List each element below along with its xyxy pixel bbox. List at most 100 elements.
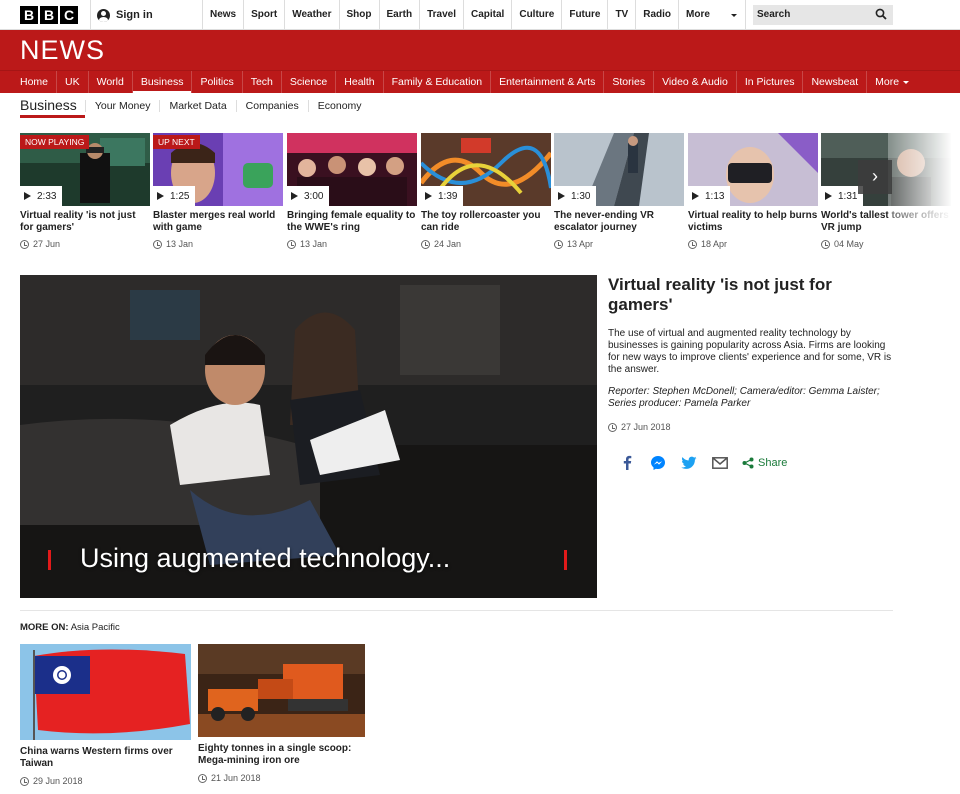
nav-more[interactable]: More (867, 71, 917, 94)
top-nav-radio[interactable]: Radio (635, 0, 678, 30)
top-nav-sport[interactable]: Sport (243, 0, 284, 30)
story-title[interactable]: China warns Western firms over Taiwan (20, 746, 191, 770)
clock-icon (421, 239, 430, 249)
date-text: 13 Apr (567, 239, 594, 249)
top-nav-culture[interactable]: Culture (511, 0, 561, 30)
video-title[interactable]: Blaster merges real world with game (153, 210, 283, 234)
video-card[interactable]: 1:13 Virtual reality to help burns victi… (688, 133, 818, 249)
section-divider (20, 610, 893, 611)
mining-truck-image (198, 644, 365, 737)
nav-business[interactable]: Business (132, 71, 193, 94)
nav-entertainment-arts[interactable]: Entertainment & Arts (491, 71, 605, 94)
play-icon (692, 192, 699, 200)
story-date: 29 Jun 2018 (20, 776, 191, 786)
video-date: 27 Jun (20, 239, 150, 249)
duration-label: 3:00 (287, 186, 330, 206)
more-on-prefix: MORE ON: (20, 622, 69, 633)
nav-world[interactable]: World (89, 71, 133, 94)
top-nav-tv[interactable]: TV (607, 0, 635, 30)
facebook-icon[interactable] (618, 454, 635, 471)
nav-science[interactable]: Science (282, 71, 337, 94)
section-nav: Home UK World Business Politics Tech Sci… (0, 70, 960, 94)
nav-politics[interactable]: Politics (192, 71, 243, 94)
business-subnav: Business Your Money Market Data Companie… (20, 94, 371, 118)
story-title[interactable]: Eighty tonnes in a single scoop: Mega-mi… (198, 743, 365, 767)
messenger-icon[interactable] (649, 454, 666, 471)
nav-family-education[interactable]: Family & Education (384, 71, 492, 94)
nav-stories[interactable]: Stories (604, 71, 655, 94)
duration-text: 1:31 (838, 190, 858, 202)
nav-uk[interactable]: UK (57, 71, 89, 94)
duration-label: 2:33 (20, 186, 63, 206)
video-thumbnail[interactable]: 1:39 (421, 133, 551, 206)
share-label: Share (758, 456, 788, 469)
more-on-topic[interactable]: Asia Pacific (71, 622, 120, 633)
subnav-companies[interactable]: Companies (235, 100, 308, 112)
search-input[interactable]: Search (753, 5, 893, 25)
video-thumbnail[interactable]: 1:30 (554, 133, 684, 206)
search-icon[interactable] (875, 8, 887, 20)
story-thumbnail[interactable] (20, 644, 191, 740)
news-header: NEWS (0, 30, 960, 70)
video-thumbnail[interactable]: 3:00 (287, 133, 417, 206)
subnav-section-title[interactable]: Business (20, 94, 85, 118)
duration-label: 1:30 (554, 186, 597, 206)
nav-video-audio[interactable]: Video & Audio (654, 71, 737, 94)
top-nav-more[interactable]: More (678, 0, 747, 30)
video-date: 13 Jan (153, 239, 283, 249)
subnav-economy[interactable]: Economy (307, 100, 371, 112)
top-nav-future[interactable]: Future (561, 0, 607, 30)
sign-in-link[interactable]: Sign in (90, 0, 213, 30)
top-nav-weather[interactable]: Weather (284, 0, 338, 30)
top-nav-travel[interactable]: Travel (419, 0, 463, 30)
duration-label: 1:39 (421, 186, 464, 206)
video-title[interactable]: Virtual reality 'is not just for gamers' (20, 210, 150, 234)
date-text: 27 Jun (33, 239, 61, 249)
duration-text: 3:00 (304, 190, 324, 202)
nav-tech[interactable]: Tech (243, 71, 282, 94)
play-icon (825, 192, 832, 200)
share-button[interactable]: Share (742, 457, 787, 469)
top-nav-earth[interactable]: Earth (378, 0, 420, 30)
video-title[interactable]: The toy rollercoaster you can ride (421, 210, 551, 234)
date-text: 18 Apr (701, 239, 728, 249)
bbc-logo-letter: B (40, 6, 58, 24)
video-card[interactable]: 1:39 The toy rollercoaster you can ride … (421, 133, 551, 249)
related-story[interactable]: China warns Western firms over Taiwan 29… (20, 644, 191, 786)
video-title[interactable]: Bringing female equality to the WWE's ri… (287, 210, 417, 234)
video-title[interactable]: Virtual reality to help burns victims (688, 210, 818, 234)
nav-newsbeat[interactable]: Newsbeat (803, 71, 868, 94)
related-story[interactable]: Eighty tonnes in a single scoop: Mega-mi… (198, 644, 365, 783)
top-nav: News Sport Weather Shop Earth Travel Cap… (202, 0, 747, 30)
video-card[interactable]: 1:30 The never-ending VR escalator journ… (554, 133, 684, 249)
news-logo[interactable]: NEWS (20, 35, 105, 66)
twitter-icon[interactable] (680, 454, 697, 471)
caption-marker-right (564, 550, 567, 570)
date-text: 13 Jan (166, 239, 194, 249)
bbc-logo[interactable]: B B C (20, 6, 78, 24)
play-icon (157, 192, 164, 200)
email-icon[interactable] (711, 454, 728, 471)
nav-health[interactable]: Health (336, 71, 384, 94)
video-title[interactable]: The never-ending VR escalator journey (554, 210, 684, 234)
top-nav-capital[interactable]: Capital (463, 0, 511, 30)
clock-icon (287, 239, 296, 249)
more-on-heading: MORE ON: Asia Pacific (20, 622, 120, 633)
chevron-right-icon[interactable]: › (858, 160, 892, 194)
video-card[interactable]: NOW PLAYING 2:33 Virtual reality 'is not… (20, 133, 150, 249)
top-nav-news[interactable]: News (202, 0, 243, 30)
video-thumbnail[interactable]: UP NEXT 1:25 (153, 133, 283, 206)
video-thumbnail[interactable]: NOW PLAYING 2:33 (20, 133, 150, 206)
video-date: 18 Apr (688, 239, 818, 249)
main-video-player[interactable]: Using augmented technology... (20, 275, 597, 598)
video-card[interactable]: UP NEXT 1:25 Blaster merges real world w… (153, 133, 283, 249)
nav-home[interactable]: Home (12, 71, 58, 94)
page-title: Virtual reality 'is not just for gamers' (608, 275, 832, 314)
video-card[interactable]: 3:00 Bringing female equality to the WWE… (287, 133, 417, 249)
video-thumbnail[interactable]: 1:13 (688, 133, 818, 206)
top-nav-shop[interactable]: Shop (338, 0, 379, 30)
nav-in-pictures[interactable]: In Pictures (737, 71, 804, 94)
subnav-your-money[interactable]: Your Money (84, 100, 160, 112)
story-thumbnail[interactable] (198, 644, 365, 737)
subnav-market-data[interactable]: Market Data (159, 100, 235, 112)
